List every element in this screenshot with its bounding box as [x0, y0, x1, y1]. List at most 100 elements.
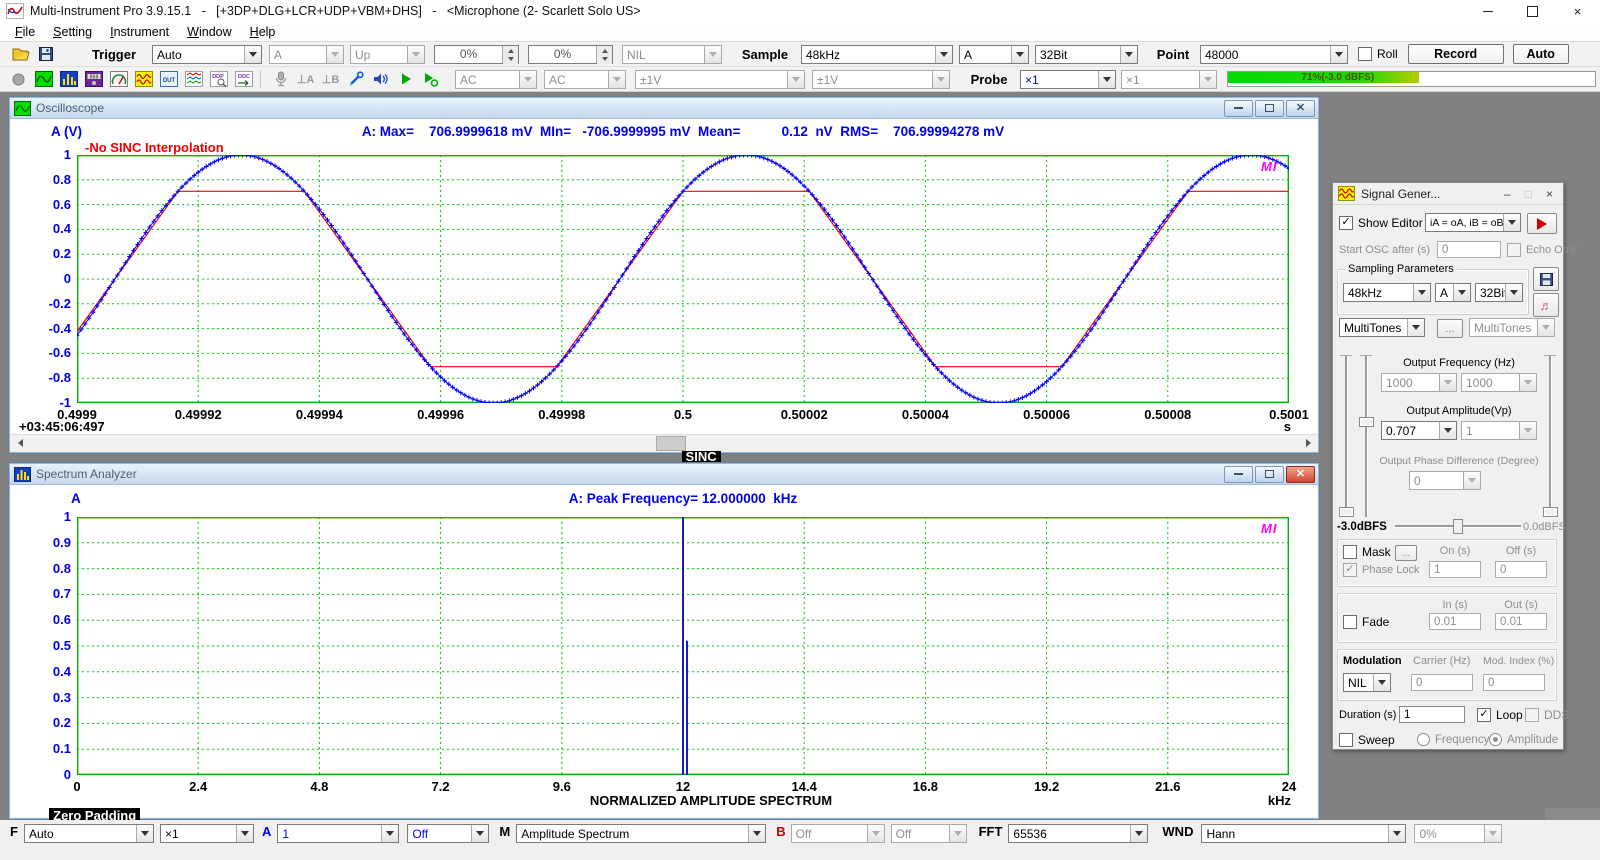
sampling-bits-combo[interactable]: 32Bit	[1035, 45, 1138, 64]
record-button[interactable]: Record	[1408, 44, 1504, 64]
menu-window[interactable]: Window	[178, 24, 240, 40]
trigger-mode-combo[interactable]: Auto	[152, 45, 262, 64]
ddp-viewer-button[interactable]: DDP	[206, 68, 231, 91]
ddc-viewer-button[interactable]: DDC	[231, 68, 256, 91]
siggen-save-button[interactable]	[1533, 267, 1559, 291]
menu-file[interactable]: File	[6, 24, 44, 40]
chevron-down-icon[interactable]	[1373, 674, 1390, 691]
roll-checkbox[interactable]: Roll	[1358, 47, 1398, 61]
chevron-down-icon[interactable]	[1439, 374, 1456, 391]
amplitude-b-combo[interactable]: 1	[1461, 421, 1537, 440]
chevron-down-icon[interactable]	[867, 825, 884, 842]
ref-b-combo[interactable]: Off	[891, 824, 967, 843]
siggen-bits-combo[interactable]: 32Bit	[1475, 283, 1523, 302]
menu-instrument[interactable]: Instrument	[101, 24, 178, 40]
chevron-down-icon[interactable]	[748, 825, 765, 842]
chevron-down-icon[interactable]	[1439, 422, 1456, 439]
slider-b[interactable]	[1543, 355, 1557, 517]
siggen-run-button[interactable]	[1527, 213, 1557, 234]
trigger-source-combo[interactable]: A	[269, 45, 344, 64]
chevron-down-icon[interactable]	[1388, 825, 1405, 842]
checkbox-box[interactable]	[1358, 47, 1372, 61]
sweep-frequency-radio[interactable]: Frequency	[1417, 733, 1489, 746]
range-b-combo[interactable]: ±1V	[812, 70, 950, 89]
chevron-down-icon[interactable]	[1011, 46, 1028, 63]
checkbox-box[interactable]	[1343, 545, 1357, 559]
chevron-down-icon[interactable]	[1503, 214, 1520, 231]
chevron-down-icon[interactable]	[244, 46, 261, 63]
chevron-down-icon[interactable]	[1505, 284, 1522, 301]
titlebar[interactable]: Multi-Instrument Pro 3.9.15.1 - [+3DP+DL…	[0, 0, 1600, 23]
spectrum-minimize-button[interactable]	[1224, 466, 1253, 483]
checkbox-box[interactable]	[1339, 733, 1353, 747]
spectrum-restore-button[interactable]	[1255, 466, 1284, 483]
frequency-slider-a[interactable]	[1339, 355, 1353, 517]
chevron-down-icon[interactable]	[1130, 825, 1147, 842]
window-function-combo[interactable]: Hann	[1201, 824, 1406, 843]
checkbox-box[interactable]	[1525, 708, 1539, 722]
waveform-b-combo[interactable]: MultiTones	[1469, 318, 1555, 337]
chevron-down-icon[interactable]	[326, 46, 343, 63]
fft-size-combo[interactable]: 65536	[1008, 824, 1148, 843]
slider-thumb[interactable]	[1359, 417, 1374, 427]
mod-index-input[interactable]: 0	[1483, 674, 1545, 691]
frequency-b-combo[interactable]: 1000	[1461, 373, 1537, 392]
run-output-button[interactable]	[418, 68, 443, 91]
minimize-button[interactable]	[1465, 0, 1510, 22]
ref-a-combo[interactable]: Off	[407, 824, 489, 843]
chevron-down-icon[interactable]	[704, 46, 721, 63]
radio-circle[interactable]	[1417, 733, 1430, 746]
sampling-rate-combo[interactable]: 48kHz	[801, 45, 953, 64]
chevron-down-icon[interactable]	[1519, 374, 1536, 391]
record-length-combo[interactable]: 48000	[1200, 45, 1348, 64]
waveform-editor-button[interactable]: ...	[1437, 319, 1463, 338]
scroll-left-button[interactable]	[11, 435, 27, 451]
spectrum-analyzer-button[interactable]	[56, 68, 81, 91]
fade-in-input[interactable]: 0.01	[1429, 613, 1481, 630]
slider-thumb[interactable]	[1543, 507, 1558, 517]
oscilloscope-close-button[interactable]: ✕	[1286, 100, 1315, 117]
offset-b-button[interactable]: ⊥B	[318, 68, 343, 91]
trigger-hpf-combo[interactable]: NIL	[622, 45, 722, 64]
chevron-down-icon[interactable]	[136, 825, 153, 842]
coupling-b-combo[interactable]: AC	[544, 70, 626, 89]
slider-thumb[interactable]	[1453, 519, 1463, 534]
mask-editor-button[interactable]: ...	[1395, 545, 1417, 561]
calibration-button[interactable]	[343, 68, 368, 91]
sweep-amplitude-radio[interactable]: Amplitude	[1489, 733, 1558, 746]
chevron-down-icon[interactable]	[935, 46, 952, 63]
radio-circle[interactable]	[1489, 733, 1502, 746]
spin-up-icon[interactable]	[597, 46, 612, 55]
chevron-down-icon[interactable]	[1453, 284, 1470, 301]
chevron-down-icon[interactable]	[608, 71, 625, 88]
trigger-level-spinner[interactable]: 0%	[434, 45, 519, 64]
frequency-axis-combo[interactable]: Auto	[24, 824, 154, 843]
checkbox-box[interactable]	[1343, 615, 1357, 629]
trigger-delay-spinner[interactable]: 0%	[528, 45, 613, 64]
frequency-a-combo[interactable]: 1000	[1381, 373, 1457, 392]
chevron-down-icon[interactable]	[1199, 71, 1216, 88]
carrier-input[interactable]: 0	[1411, 674, 1473, 691]
oscilloscope-minimize-button[interactable]	[1224, 100, 1253, 117]
probe-b-combo[interactable]: ×1	[1121, 70, 1217, 89]
chevron-down-icon[interactable]	[471, 825, 488, 842]
signal-generator-titlebar[interactable]: Signal Gener... – □ ×	[1333, 183, 1563, 205]
open-file-button[interactable]	[8, 43, 33, 66]
chevron-down-icon[interactable]	[949, 825, 966, 842]
checkbox-box[interactable]: ✓	[1343, 563, 1357, 577]
spectrum-plot[interactable]	[77, 517, 1289, 775]
show-editor-checkbox[interactable]: ✓Show Editor	[1339, 216, 1423, 230]
dds-checkbox[interactable]: DDS	[1525, 708, 1569, 722]
echo-only-checkbox[interactable]: Echo Only	[1507, 243, 1577, 257]
mask-off-input[interactable]: 0	[1495, 561, 1547, 578]
trigger-edge-combo[interactable]: Up	[350, 45, 425, 64]
amplitude-a-combo[interactable]: 0.707	[1381, 421, 1457, 440]
gain-a-combo[interactable]: 1	[277, 824, 399, 843]
siggen-close-button[interactable]: ×	[1546, 187, 1553, 201]
sound-device-button[interactable]	[368, 68, 393, 91]
slider-thumb[interactable]	[1339, 507, 1354, 517]
range-a-combo[interactable]: ±1V	[635, 70, 805, 89]
siggen-rate-combo[interactable]: 48kHz	[1343, 283, 1431, 302]
signal-generator-button[interactable]	[131, 68, 156, 91]
chevron-down-icon[interactable]	[236, 825, 253, 842]
